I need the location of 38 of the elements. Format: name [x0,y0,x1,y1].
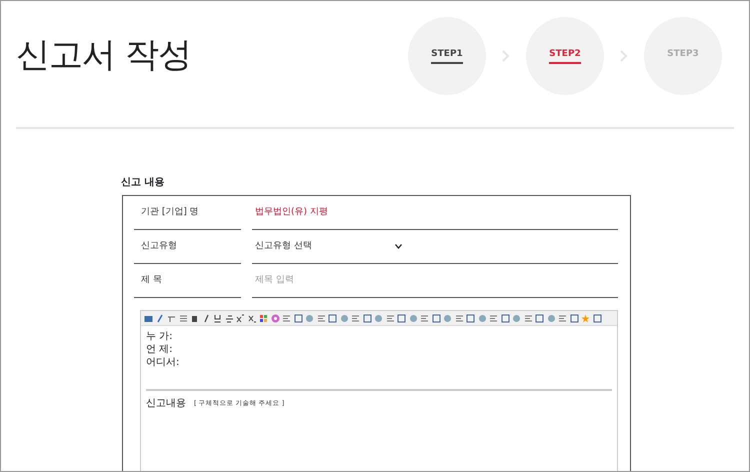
step-circle: STEP1 [408,17,486,95]
pen-icon[interactable] [156,314,164,322]
strike-icon[interactable] [224,314,234,322]
square-icon[interactable] [397,314,406,322]
editor-heading: 신고내용 [146,397,186,410]
square-icon[interactable] [432,314,440,322]
square-icon[interactable] [592,314,602,322]
image-icon[interactable] [144,314,153,322]
square-icon[interactable] [328,314,337,322]
star-icon[interactable] [581,314,590,322]
grid-icon[interactable] [259,314,268,322]
square-icon[interactable] [362,314,372,322]
page-title: 신고서 작성 [16,34,191,77]
editor-text-line: 어디서: [146,356,180,369]
field-label: 제 목 [134,264,241,298]
chevron-right-icon [502,50,510,62]
field-value: 법무법인(유) 지평 [255,206,328,219]
step-circle: STEP2 [526,17,604,95]
chevron-right-icon [620,50,628,62]
square-icon[interactable] [466,314,475,322]
type-select[interactable]: 신고유형 선택 [255,240,395,254]
field-label: 기관 [기업] 명 [134,196,241,230]
slash-icon[interactable] [202,314,210,322]
square-icon[interactable] [294,314,302,322]
square-icon[interactable] [190,314,199,322]
chevron-down-icon [395,244,402,249]
field-label: 신고유형 [134,230,241,264]
square-icon[interactable] [570,314,578,322]
editor-text-line: 누 가: [146,330,174,343]
superscript-icon[interactable] [236,314,245,322]
step-circle: STEP3 [644,17,722,95]
section-title: 신고 내용 [121,176,166,190]
underline-icon[interactable] [213,314,222,322]
editor-text-line: 언 제: [146,343,174,356]
color-wheel-icon[interactable] [270,314,280,322]
square-icon[interactable] [535,314,544,322]
square-icon[interactable] [500,314,510,322]
subscript-icon[interactable] [248,314,256,322]
